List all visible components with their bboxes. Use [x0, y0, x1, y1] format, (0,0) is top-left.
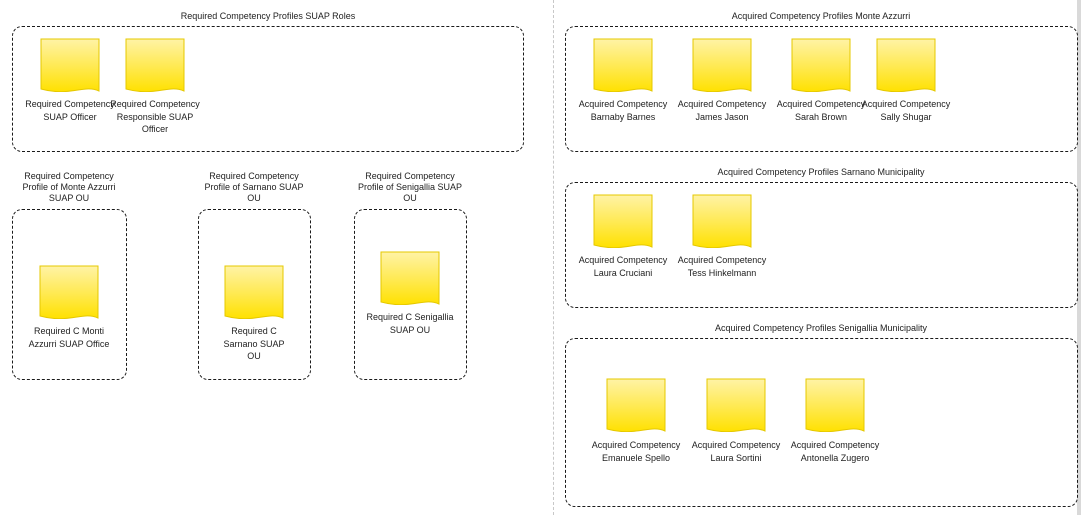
doc-label: Required C Sarnano SUAP OU [223, 326, 285, 361]
document-icon[interactable] [692, 194, 752, 248]
doc-label: Acquired Competency Antonella Zugero [790, 440, 880, 463]
document-icon[interactable] [876, 38, 936, 92]
document-icon[interactable] [380, 251, 440, 305]
document-icon[interactable] [593, 38, 653, 92]
group-title-acq-senigallia: Acquired Competency Profiles Senigallia … [714, 323, 928, 333]
group-title-acq-sarnano: Acquired Competency Profiles Sarnano Mun… [717, 167, 925, 177]
document-icon[interactable] [40, 38, 100, 92]
doc-label: Required C Monti Azzurri SUAP Office [28, 326, 110, 349]
diagram-canvas: Required Competency Profiles SUAP Roles … [0, 0, 1081, 515]
group-title-suap-roles: Required Competency Profiles SUAP Roles [180, 11, 356, 21]
group-title-monte-azzurri-ou: Required Competency Profile of Monte Azz… [22, 171, 116, 203]
doc-label: Acquired Competency Tess Hinkelmann [677, 255, 767, 278]
doc-label: Required C Senigallia SUAP OU [366, 312, 454, 335]
document-icon[interactable] [39, 265, 99, 319]
document-icon[interactable] [805, 378, 865, 432]
group-title-sarnano-ou: Required Competency Profile of Sarnano S… [204, 171, 304, 203]
doc-label: Acquired Competency Emanuele Spello [591, 440, 681, 463]
pane-divider [553, 0, 554, 515]
document-icon[interactable] [125, 38, 185, 92]
group-title-senigallia-ou: Required Competency Profile of Senigalli… [357, 171, 463, 203]
document-icon[interactable] [606, 378, 666, 432]
doc-label: Required Competency SUAP Officer [25, 99, 115, 122]
doc-label: Acquired Competency James Jason [677, 99, 767, 122]
doc-label: Acquired Competency Laura Sortini [691, 440, 781, 463]
doc-label: Required Competency Responsible SUAP Off… [110, 99, 200, 134]
document-icon[interactable] [224, 265, 284, 319]
document-icon[interactable] [791, 38, 851, 92]
doc-label: Acquired Competency Sarah Brown [776, 99, 866, 122]
document-icon[interactable] [593, 194, 653, 248]
group-title-acq-monte-azzurri: Acquired Competency Profiles Monte Azzur… [731, 11, 911, 21]
document-icon[interactable] [692, 38, 752, 92]
doc-label: Acquired Competency Laura Cruciani [578, 255, 668, 278]
document-icon[interactable] [706, 378, 766, 432]
doc-label: Acquired Competency Sally Shugar [861, 99, 951, 122]
doc-label: Acquired Competency Barnaby Barnes [578, 99, 668, 122]
